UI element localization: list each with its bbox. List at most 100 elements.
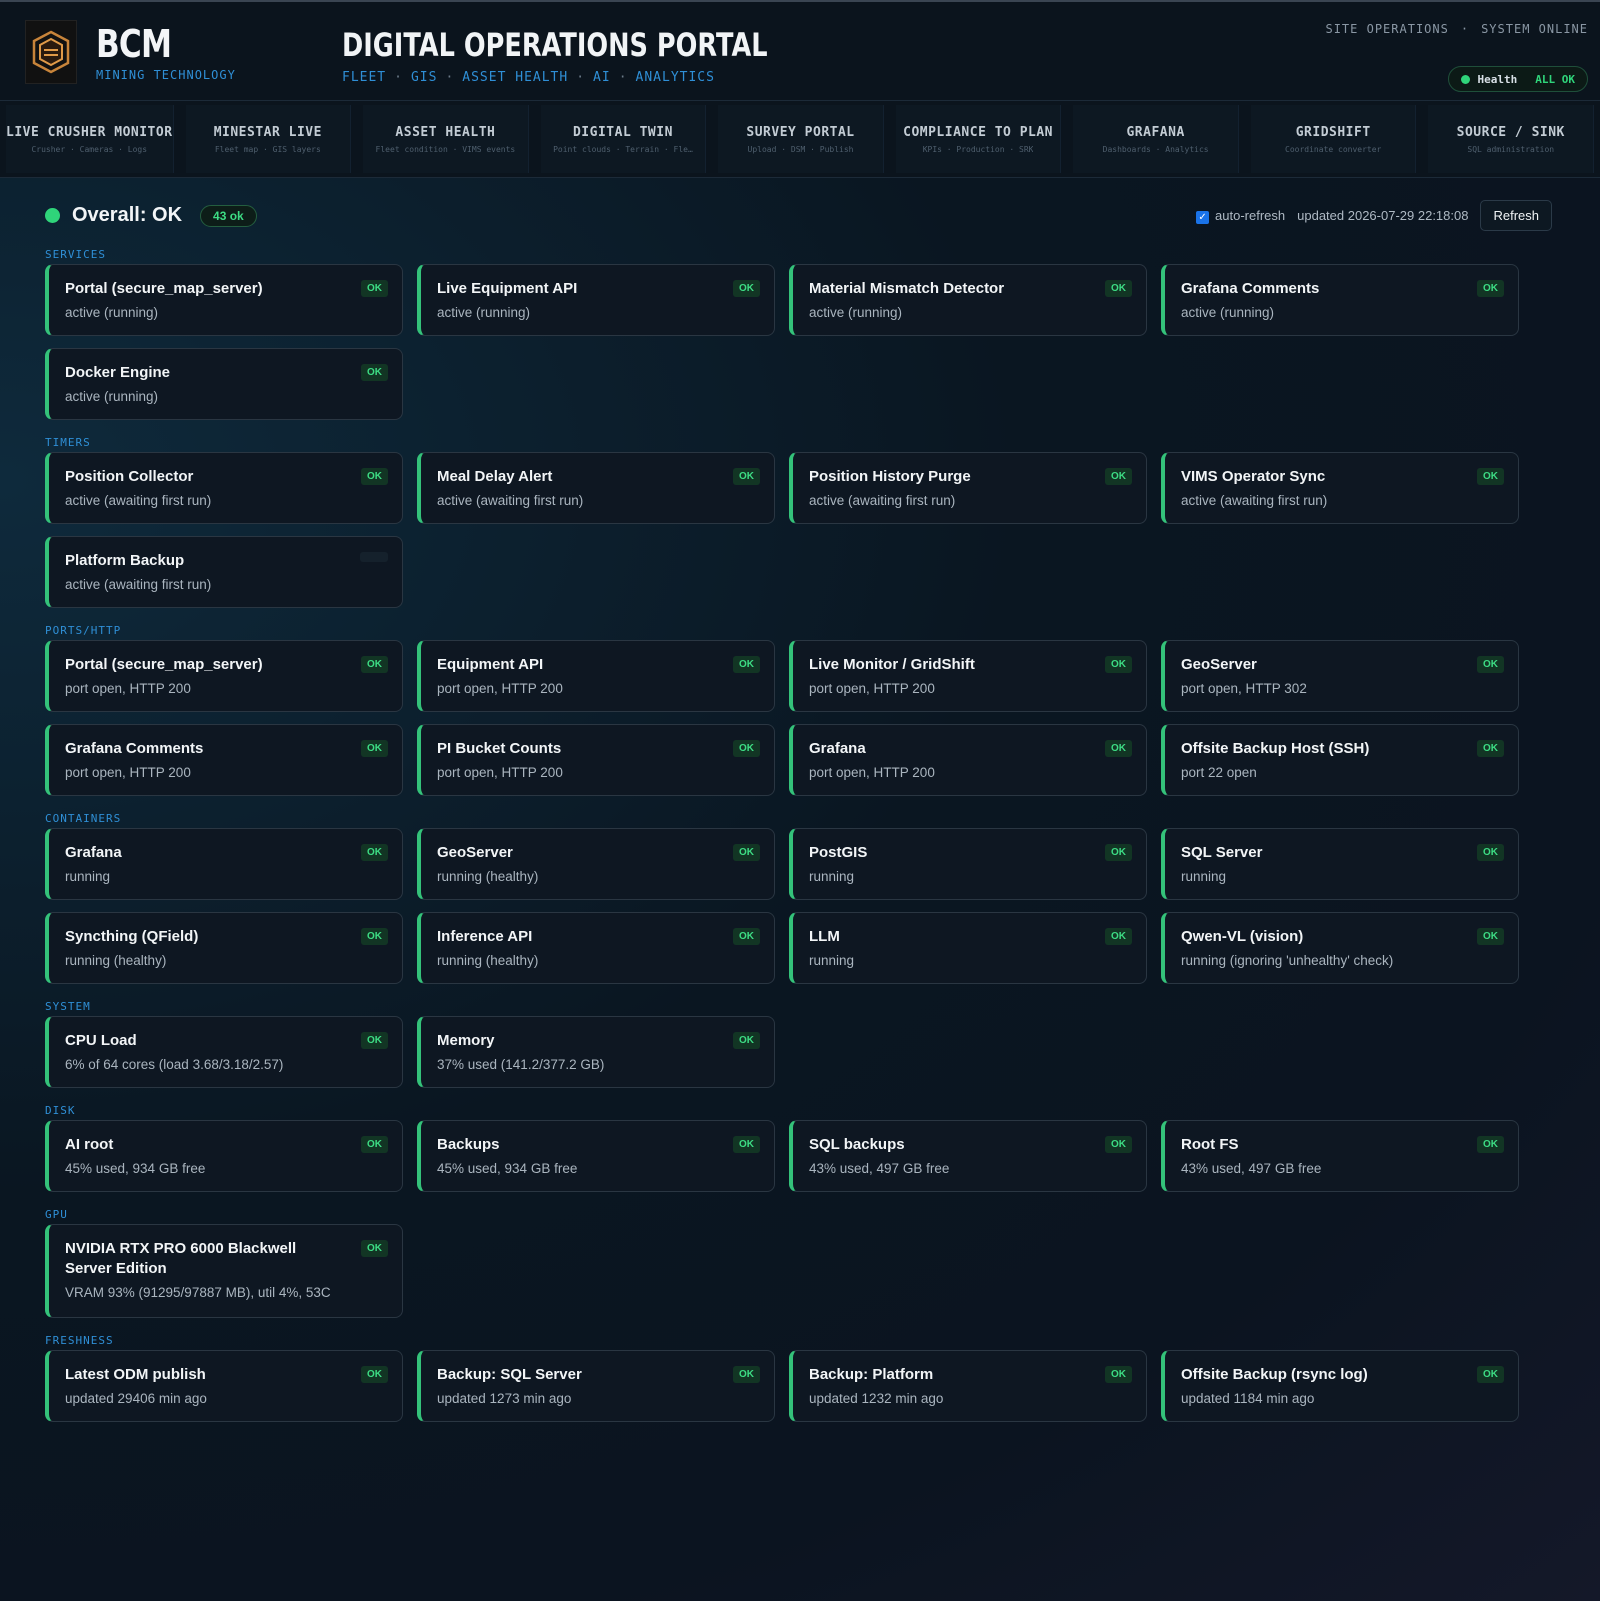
nav-item-subtitle: Fleet map · GIS layers (214, 144, 321, 154)
card-detail: running (healthy) (437, 869, 539, 884)
status-card[interactable]: Position Collector active (awaiting first… (45, 452, 403, 524)
card-title: CPU Load (65, 1032, 137, 1049)
status-badge: OK (733, 656, 760, 673)
status-card[interactable]: Portal (secure_map_server) port open, HTT… (45, 640, 403, 712)
status-card[interactable]: Platform Backup active (awaiting first ru… (45, 536, 403, 608)
status-badge: OK (1477, 1136, 1504, 1153)
card-detail: port open, HTTP 200 (809, 681, 935, 696)
card-title: Latest ODM publish (65, 1366, 206, 1383)
card-title: Backup: Platform (809, 1366, 934, 1383)
status-card[interactable]: Grafana Comments port open, HTTP 200 OK (45, 724, 403, 796)
status-card[interactable]: Root FS 43% used, 497 GB free OK (1161, 1120, 1519, 1192)
status-card[interactable]: Inference API running (healthy) OK (417, 912, 775, 984)
card-grid: Portal (secure_map_server) active (runnin… (45, 264, 1600, 420)
status-badge: OK (1105, 844, 1132, 861)
status-card[interactable]: SQL backups 43% used, 497 GB free OK (789, 1120, 1147, 1192)
status-card[interactable]: Qwen-VL (vision) running (ignoring 'unhea… (1161, 912, 1519, 984)
card-detail: port open, HTTP 200 (65, 681, 191, 696)
health-status-icon (1460, 74, 1470, 84)
status-card[interactable]: Offsite Backup Host (SSH) port 22 open OK (1161, 724, 1519, 796)
status-card[interactable]: Grafana running OK (45, 828, 403, 900)
nav-item-6[interactable]: GRAFANA Dashboards · Analytics (1073, 105, 1239, 173)
card-detail: updated 1273 min ago (437, 1391, 572, 1406)
nav-item-2[interactable]: ASSET HEALTH Fleet condition · VIMS event… (363, 105, 529, 173)
card-title: AI root (65, 1136, 114, 1153)
card-title: Memory (437, 1032, 495, 1049)
status-card[interactable]: GeoServer port open, HTTP 302 OK (1161, 640, 1519, 712)
bcm-logo-icon (25, 20, 77, 84)
status-card[interactable]: Offsite Backup (rsync log) updated 1184 m… (1161, 1350, 1519, 1422)
status-card[interactable]: Portal (secure_map_server) active (runnin… (45, 264, 403, 336)
card-detail: active (running) (65, 305, 159, 320)
nav-item-4[interactable]: SURVEY PORTAL Upload · DSM · Publish (718, 105, 884, 173)
section: SYSTEM CPU Load 6% of 64 cores (load 3.68/… (0, 998, 1600, 1088)
status-card[interactable]: PI Bucket Counts port open, HTTP 200 OK (417, 724, 775, 796)
status-badge: OK (1477, 468, 1504, 485)
status-badge: OK (733, 1366, 760, 1383)
auto-refresh-label: auto-refresh (1215, 207, 1286, 223)
auto-refresh-toggle[interactable]: ✓ auto-refresh (1196, 208, 1285, 224)
status-card[interactable]: Backup: SQL Server updated 1273 min ago OK (417, 1350, 775, 1422)
status-card[interactable]: LLM running OK (789, 912, 1147, 984)
card-detail: updated 1232 min ago (809, 1391, 944, 1406)
section: FRESHNESS Latest ODM publish updated 29406… (0, 1332, 1600, 1422)
sections-container: SERVICES Portal (secure_map_server) active… (0, 246, 1600, 1422)
card-detail: port open, HTTP 200 (437, 681, 563, 696)
status-card[interactable]: Syncthing (QField) running (healthy) OK (45, 912, 403, 984)
status-badge: OK (361, 1366, 388, 1383)
status-badge: OK (1105, 1136, 1132, 1153)
nav-item-1[interactable]: MINESTAR LIVE Fleet map · GIS layers (185, 105, 352, 173)
status-card[interactable]: Backups 45% used, 934 GB free OK (417, 1120, 775, 1192)
status-card[interactable]: Equipment API port open, HTTP 200 OK (417, 640, 775, 712)
status-card[interactable]: VIMS Operator Sync active (awaiting first… (1161, 452, 1519, 524)
card-title: Material Mismatch Detector (809, 280, 1005, 297)
nav-item-3[interactable]: DIGITAL TWIN Point clouds · Terrain · Fle… (540, 105, 707, 173)
nav-item-5[interactable]: COMPLIANCE TO PLAN KPIs · Production · SR… (895, 105, 1062, 173)
status-card[interactable]: Live Monitor / GridShift port open, HTTP … (789, 640, 1147, 712)
status-badge: OK (733, 1032, 760, 1049)
status-card[interactable]: Grafana Comments active (running) OK (1161, 264, 1519, 336)
status-card[interactable]: Backup: Platform updated 1232 min ago OK (789, 1350, 1147, 1422)
status-card[interactable]: Material Mismatch Detector active (runnin… (789, 264, 1147, 336)
nav-item-8[interactable]: SOURCE / SINK SQL administration (1428, 105, 1595, 173)
status-card[interactable]: Memory 37% used (141.2/377.2 GB) OK (417, 1016, 775, 1088)
card-detail: 45% used, 934 GB free (437, 1161, 578, 1176)
refresh-button[interactable]: Refresh (1480, 200, 1552, 231)
section: SERVICES Portal (secure_map_server) active… (0, 246, 1600, 420)
status-badge: OK (361, 928, 388, 945)
health-pill[interactable]: Health ALL OK (1447, 66, 1588, 92)
status-card[interactable]: Position History Purge active (awaiting f… (789, 452, 1147, 524)
status-card[interactable]: GeoServer running (healthy) OK (417, 828, 775, 900)
status-card[interactable]: AI root 45% used, 934 GB free OK (45, 1120, 403, 1192)
status-card[interactable]: Latest ODM publish updated 29406 min ago O… (45, 1350, 403, 1422)
portal-title: DIGITAL OPERATIONS PORTAL (342, 26, 768, 64)
status-card[interactable]: SQL Server running OK (1161, 828, 1519, 900)
status-badge: OK (1105, 1366, 1132, 1383)
status-card[interactable]: PostGIS running OK (789, 828, 1147, 900)
status-card[interactable]: NVIDIA RTX PRO 6000 Blackwell Server Edi… (45, 1224, 403, 1318)
status-card[interactable]: CPU Load 6% of 64 cores (load 3.68/3.18/2… (45, 1016, 403, 1088)
section: CONTAINERS Grafana running OK GeoServer runni… (0, 810, 1600, 984)
portal-tags: FLEET · GIS · ASSET HEALTH · AI · ANALYTICS (342, 70, 715, 85)
nav-item-subtitle: Crusher · Cameras · Logs (31, 144, 148, 154)
status-badge: OK (361, 364, 388, 381)
card-detail: active (running) (437, 305, 531, 320)
status-card[interactable]: Live Equipment API active (running) OK (417, 264, 775, 336)
card-title: Grafana Comments (65, 740, 204, 757)
card-detail: VRAM 93% (91295/97887 MB), util 4%, 53C (65, 1285, 331, 1300)
status-badge: OK (733, 1136, 760, 1153)
card-detail: active (awaiting first run) (65, 493, 212, 508)
status-card[interactable]: Docker Engine active (running) OK (45, 348, 403, 420)
checkbox-checked-icon[interactable]: ✓ (1196, 210, 1210, 224)
status-badge: OK (733, 468, 760, 485)
section: PORTS/HTTP Portal (secure_map_server) port… (0, 622, 1600, 796)
nav-item-0[interactable]: LIVE CRUSHER MONITOR Crusher · Cameras · … (6, 105, 174, 173)
status-card[interactable]: Meal Delay Alert active (awaiting first r… (417, 452, 775, 524)
nav-item-title: MINESTAR LIVE (213, 124, 322, 140)
card-title: Backups (437, 1136, 500, 1153)
nav-item-7[interactable]: GRIDSHIFT Coordinate converter (1250, 105, 1417, 173)
portal-tag: ANALYTICS (635, 70, 715, 85)
card-title: Root FS (1181, 1136, 1239, 1153)
status-badge: OK (1105, 740, 1132, 757)
status-card[interactable]: Grafana port open, HTTP 200 OK (789, 724, 1147, 796)
